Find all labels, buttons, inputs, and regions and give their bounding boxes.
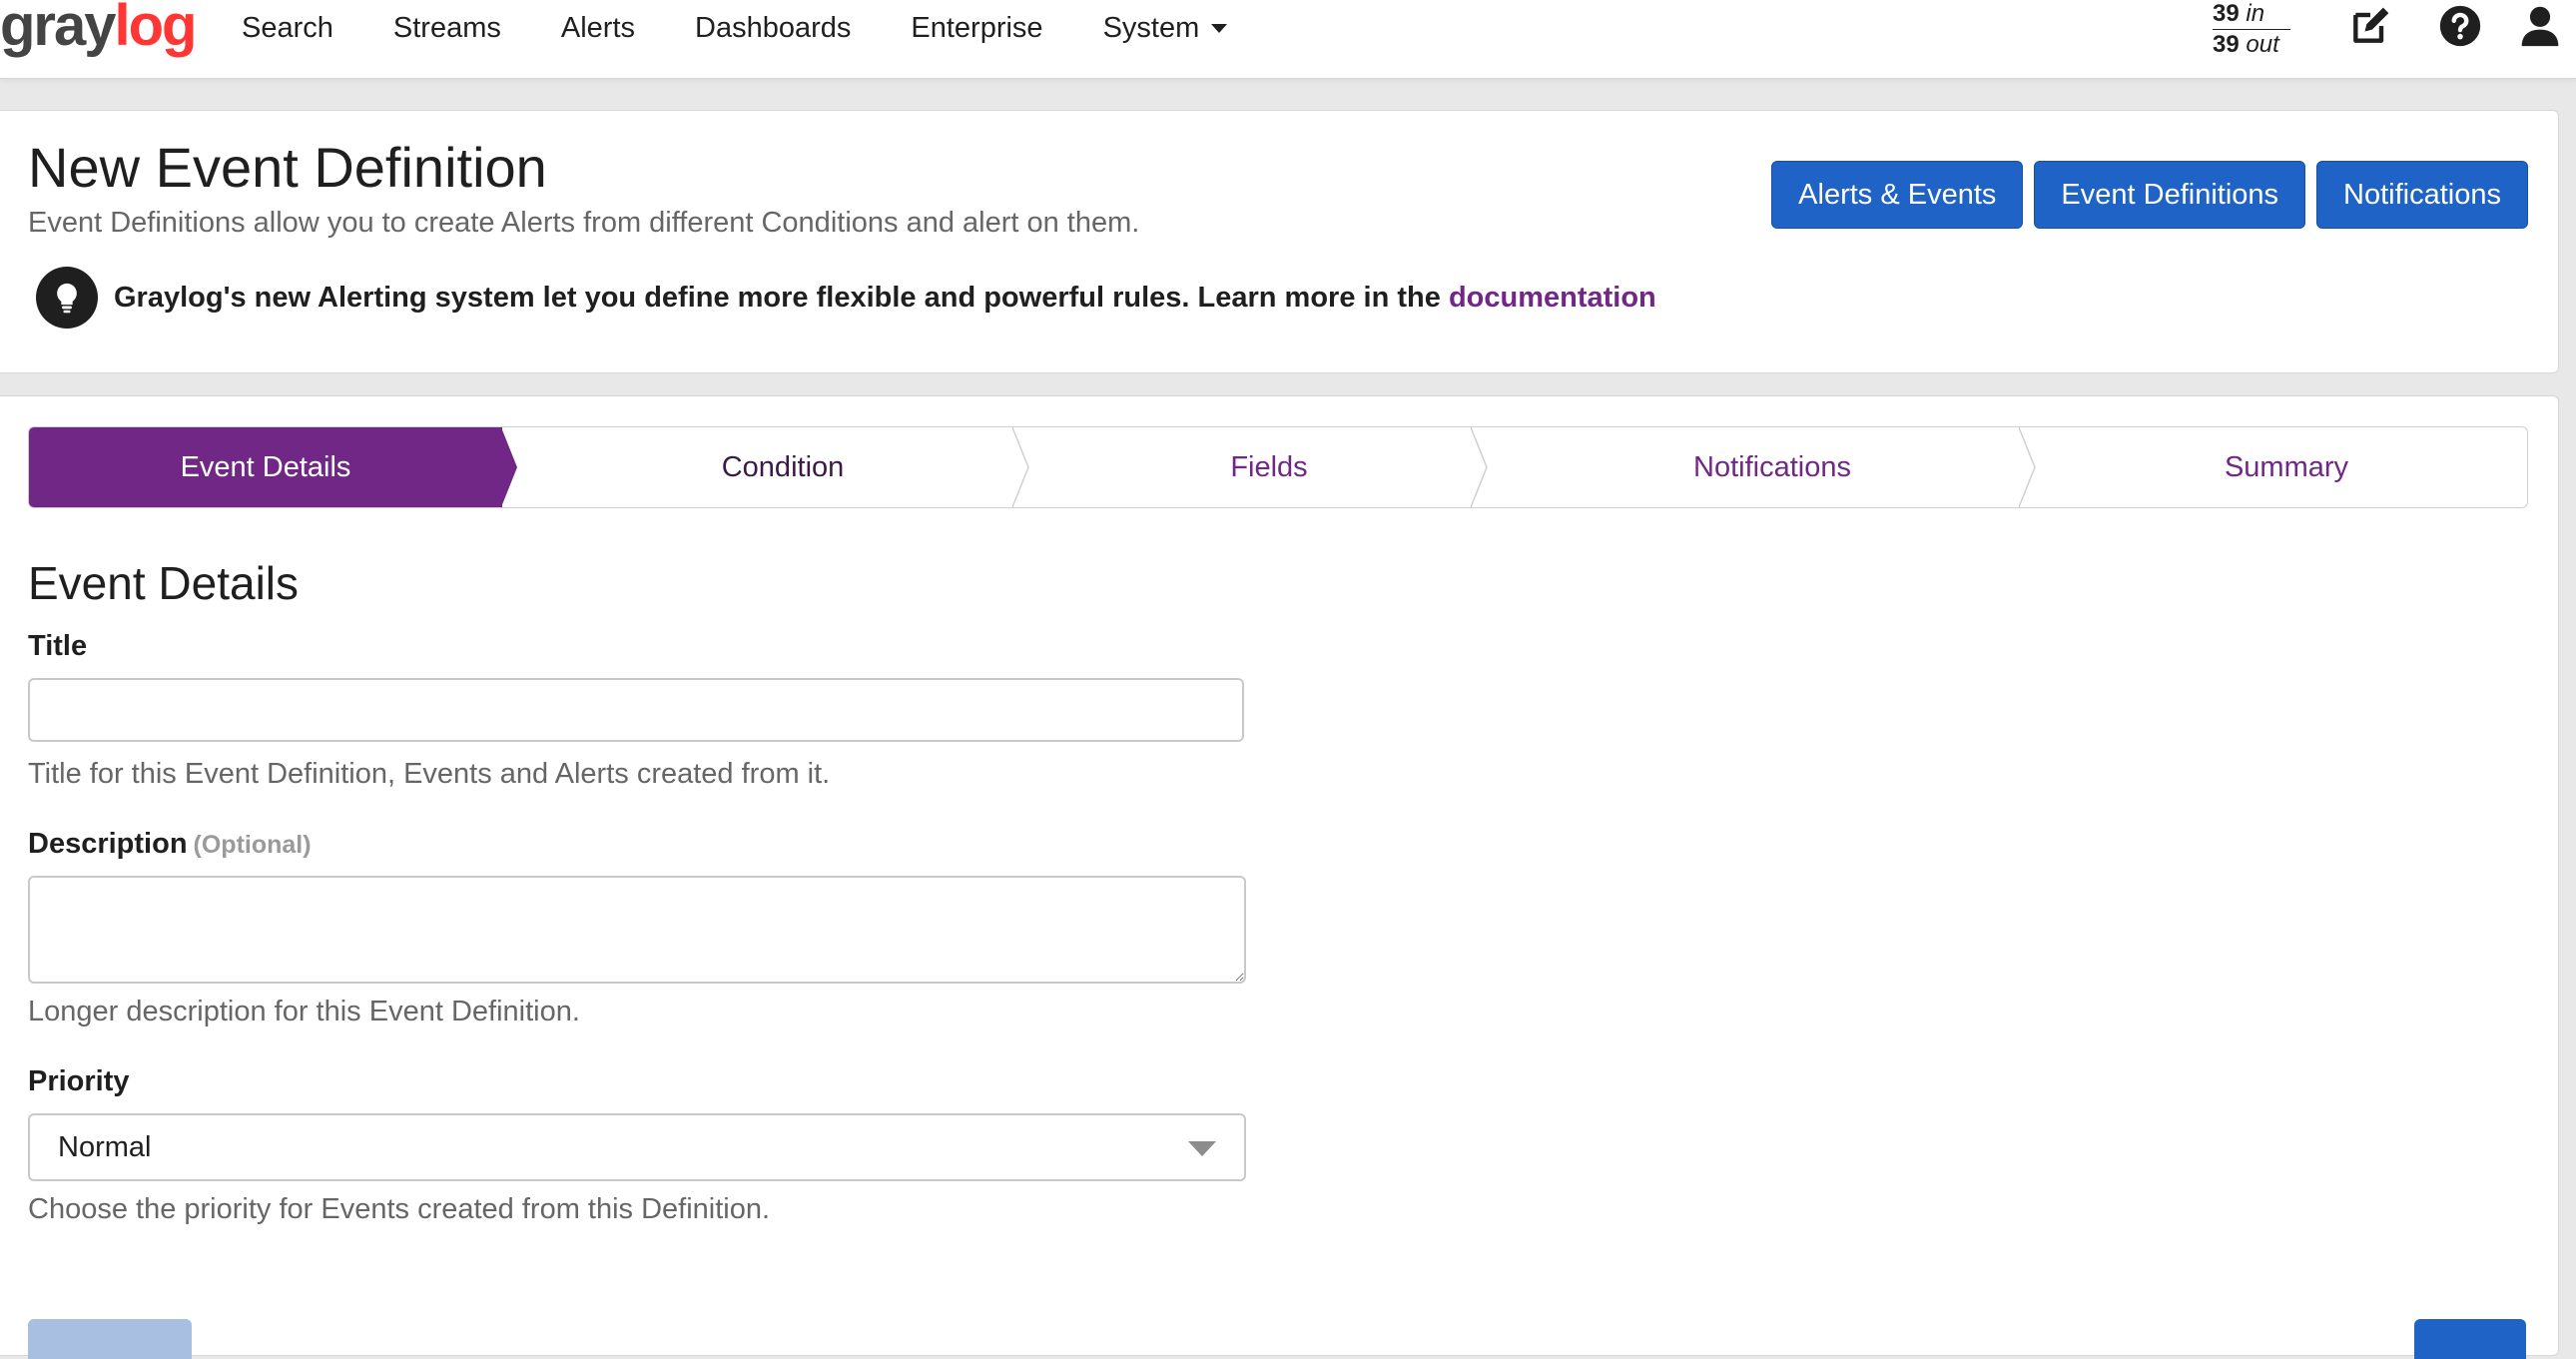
wizard-panel: Event Details Condition Fields Notificat… — [0, 395, 2559, 1359]
step-condition[interactable]: Condition — [528, 427, 1037, 507]
help-icon[interactable] — [2438, 4, 2486, 52]
description-label: Description (Optional) — [28, 828, 312, 861]
event-definitions-button[interactable]: Event Definitions — [2034, 161, 2306, 229]
nav-system-label: System — [1102, 11, 1200, 44]
description-label-text: Description — [28, 828, 188, 860]
alerting-hint: Graylog's new Alerting system let you de… — [36, 267, 1656, 329]
main-nav: Search Streams Alerts Dashboards Enterpr… — [212, 0, 1257, 56]
throughput-indicator[interactable]: 39 in 39 out — [2213, 0, 2298, 59]
description-help: Longer description for this Event Defini… — [28, 996, 580, 1027]
graylog-logo[interactable]: gray log — [0, 0, 198, 66]
nav-streams[interactable]: Streams — [393, 12, 501, 45]
title-input[interactable] — [28, 678, 1244, 742]
page-header-panel: New Event Definition Event Definitions a… — [0, 110, 2559, 373]
hint-text: Graylog's new Alerting system let you de… — [114, 282, 1656, 315]
priority-selected-value: Normal — [58, 1131, 152, 1163]
throughput-in-count: 39 — [2213, 0, 2240, 27]
throughput-out-label: out — [2246, 31, 2279, 58]
nav-dashboards[interactable]: Dashboards — [695, 12, 851, 45]
step-summary[interactable]: Summary — [2046, 427, 2527, 507]
previous-button[interactable] — [28, 1319, 192, 1359]
priority-label: Priority — [28, 1065, 130, 1097]
title-label: Title — [28, 630, 88, 662]
priority-help: Choose the priority for Events created f… — [28, 1193, 771, 1225]
lightbulb-icon — [36, 267, 98, 329]
step-event-details[interactable]: Event Details — [29, 427, 502, 507]
nav-search[interactable]: Search — [242, 12, 333, 45]
wizard-stepper: Event Details Condition Fields Notificat… — [28, 426, 2528, 508]
step-separator — [1012, 427, 1029, 507]
priority-select[interactable]: Normal — [28, 1113, 1246, 1181]
step-fields[interactable]: Fields — [1039, 427, 1499, 507]
edit-icon[interactable] — [2348, 4, 2396, 52]
header-button-group: Alerts & Events Event Definitions Notifi… — [1760, 161, 2528, 229]
top-navbar: gray log Search Streams Alerts Dashboards… — [0, 0, 2576, 79]
chevron-down-icon — [1211, 24, 1228, 34]
step-separator — [1471, 427, 1488, 507]
throughput-out-count: 39 — [2213, 31, 2240, 58]
documentation-link[interactable]: documentation — [1449, 282, 1656, 314]
notifications-button[interactable]: Notifications — [2316, 161, 2528, 229]
logo-text-gray: gray — [0, 0, 117, 58]
hint-message: Graylog's new Alerting system let you de… — [114, 281, 1441, 314]
page-title: New Event Definition — [28, 136, 547, 199]
nav-enterprise[interactable]: Enterprise — [911, 12, 1042, 45]
page-subtitle: Event Definitions allow you to create Al… — [28, 207, 1140, 239]
nav-system-dropdown[interactable]: System — [1103, 12, 1228, 45]
nav-alerts[interactable]: Alerts — [561, 12, 635, 45]
step-notifications[interactable]: Notifications — [1499, 427, 2046, 507]
optional-tag: (Optional) — [193, 831, 312, 859]
next-button[interactable] — [2414, 1319, 2526, 1359]
step-separator — [2019, 427, 2036, 507]
title-help: Title for this Event Definition, Events … — [28, 758, 831, 790]
alerts-events-button[interactable]: Alerts & Events — [1771, 161, 2024, 229]
throughput-in-label: in — [2246, 0, 2265, 27]
description-textarea[interactable] — [28, 876, 1246, 984]
throughput-divider — [2213, 29, 2290, 30]
section-title: Event Details — [28, 557, 300, 609]
chevron-down-icon — [1188, 1141, 1216, 1156]
logo-text-red: log — [114, 0, 198, 58]
user-icon[interactable] — [2518, 4, 2566, 52]
step-arrow — [501, 427, 517, 507]
